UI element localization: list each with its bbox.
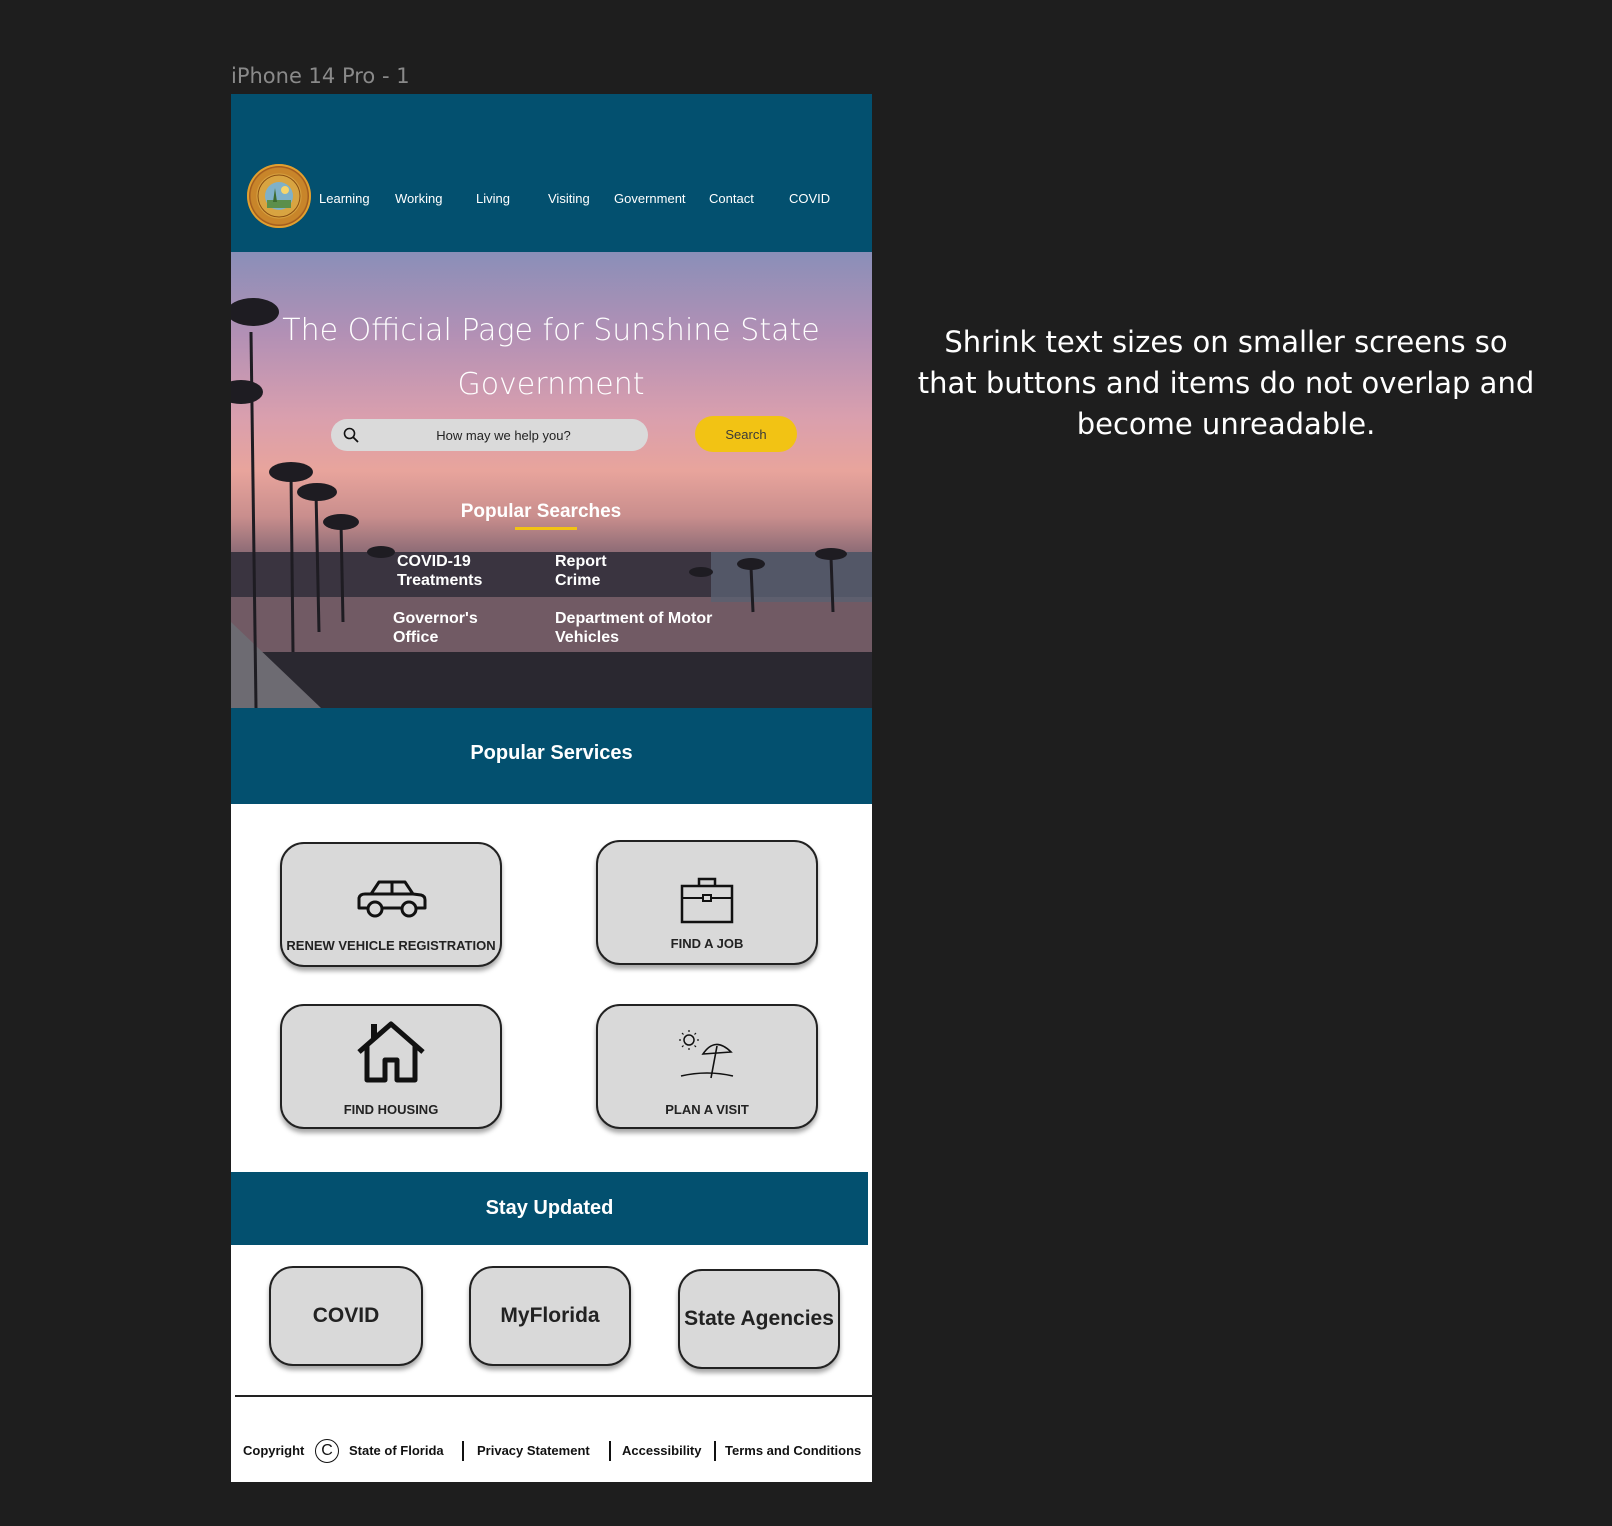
footer: Copyright C State of Florida Privacy Sta… <box>231 1439 872 1469</box>
design-annotation-note: Shrink text sizes on smaller screens so … <box>917 325 1535 441</box>
service-label: PLAN A VISIT <box>665 1102 749 1117</box>
popular-searches-underline <box>515 527 577 530</box>
beach-icon <box>598 1028 816 1088</box>
popular-link-report-crime[interactable]: Report Crime <box>555 552 635 590</box>
footer-copyright-label: Copyright <box>243 1443 305 1458</box>
footer-divider <box>235 1395 872 1397</box>
service-label: RENEW VEHICLE REGISTRATION <box>286 938 496 953</box>
nav-item-living[interactable]: Living <box>476 191 510 206</box>
frame-label: iPhone 14 Pro - 1 <box>231 64 410 88</box>
nav-item-government[interactable]: Government <box>614 191 686 206</box>
briefcase-icon <box>598 876 816 928</box>
nav-item-covid[interactable]: COVID <box>789 191 830 206</box>
footer-separator <box>609 1441 611 1461</box>
car-icon <box>282 878 500 922</box>
search-box[interactable] <box>331 419 648 451</box>
footer-privacy-link[interactable]: Privacy Statement <box>477 1443 590 1458</box>
stay-updated-covid-button[interactable]: COVID <box>269 1266 423 1366</box>
house-icon <box>282 1020 500 1088</box>
footer-terms-link[interactable]: Terms and Conditions <box>725 1443 861 1458</box>
popular-services-band: Popular Services <box>231 708 872 804</box>
service-card-plan-visit[interactable]: PLAN A VISIT <box>596 1004 818 1129</box>
popular-services-title: Popular Services <box>470 742 633 764</box>
footer-separator <box>462 1441 464 1461</box>
popular-link-governors-office[interactable]: Governor's Office <box>393 609 503 647</box>
service-card-find-housing[interactable]: FIND HOUSING <box>280 1004 502 1129</box>
popular-searches-title: Popular Searches <box>460 501 622 522</box>
nav-item-contact[interactable]: Contact <box>709 191 754 206</box>
footer-state-of-florida: State of Florida <box>349 1443 444 1458</box>
popular-link-dmv[interactable]: Department of Motor Vehicles <box>555 609 745 647</box>
service-card-find-job[interactable]: FIND A JOB <box>596 840 818 965</box>
state-seal-logo[interactable] <box>247 164 311 228</box>
hero-title: The Official Page for Sunshine State Gov… <box>282 313 820 402</box>
nav-item-visiting[interactable]: Visiting <box>548 191 590 206</box>
search-icon <box>343 427 359 447</box>
hero-section: The Official Page for Sunshine State Gov… <box>231 252 872 708</box>
footer-accessibility-link[interactable]: Accessibility <box>622 1443 702 1458</box>
stay-updated-myflorida-button[interactable]: MyFlorida <box>469 1266 631 1366</box>
nav-item-learning[interactable]: Learning <box>319 191 370 206</box>
top-navigation-bar: Learning Working Living Visiting Governm… <box>231 94 872 252</box>
stay-updated-band: Stay Updated <box>231 1172 868 1245</box>
stay-updated-title: Stay Updated <box>485 1197 614 1219</box>
service-label: FIND HOUSING <box>343 1102 439 1117</box>
search-button[interactable]: Search <box>695 416 797 452</box>
footer-separator <box>714 1441 716 1461</box>
phone-frame: Learning Working Living Visiting Governm… <box>231 94 872 1482</box>
service-card-renew-vehicle[interactable]: RENEW VEHICLE REGISTRATION <box>280 842 502 967</box>
search-input[interactable] <box>371 419 636 451</box>
popular-link-covid-treatments[interactable]: COVID-19 Treatments <box>397 552 507 590</box>
service-label: FIND A JOB <box>670 936 744 951</box>
copyright-icon: C <box>315 1439 339 1463</box>
stay-updated-state-agencies-button[interactable]: State Agencies <box>678 1269 840 1369</box>
nav-item-working[interactable]: Working <box>395 191 442 206</box>
